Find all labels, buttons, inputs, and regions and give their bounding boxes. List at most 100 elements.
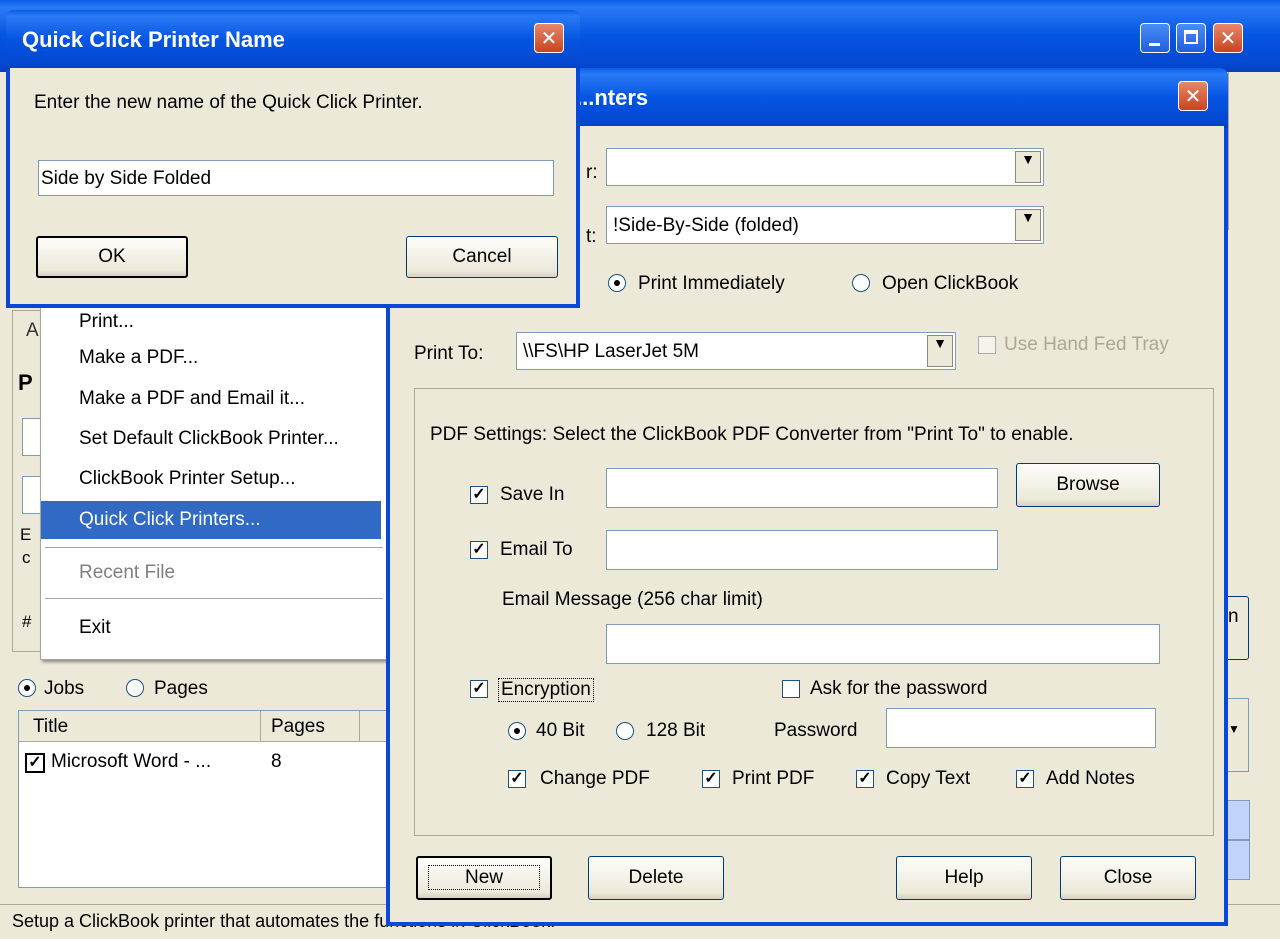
main-close-button[interactable]: ✕ — [1213, 23, 1243, 53]
save-in-input[interactable] — [606, 468, 998, 508]
name-dialog-title: Quick Click Printer Name — [22, 27, 285, 52]
menu-item-exit[interactable]: Exit — [41, 609, 381, 647]
printer-dropdown-arrow[interactable]: ▼ — [1015, 151, 1041, 183]
print-pdf-checkbox[interactable]: ✓ — [702, 770, 720, 788]
bit128-radio[interactable] — [616, 722, 634, 740]
pages-label: Pages — [154, 678, 208, 699]
bg-letter-p: P — [18, 370, 33, 395]
printer-name-dialog: Quick Click Printer Name ✕ Enter the new… — [6, 10, 580, 308]
chevron-down-icon: ▼ — [1021, 151, 1035, 167]
email-to-label: Email To — [500, 539, 573, 560]
print-to-dropdown[interactable]: \\FS\HP LaserJet 5M ▼ — [516, 332, 956, 370]
minimize-button[interactable] — [1140, 23, 1170, 53]
name-prompt: Enter the new name of the Quick Click Pr… — [34, 92, 423, 113]
bit128-label: 128 Bit — [646, 720, 706, 741]
header-pages[interactable]: Pages — [271, 716, 325, 738]
bg-letter-a: A — [26, 320, 39, 341]
header-divider — [260, 711, 261, 741]
email-message-label: Email Message (256 char limit) — [502, 589, 763, 610]
maximize-button[interactable] — [1176, 23, 1206, 53]
printer-name-value: Side by Side Folded — [41, 168, 212, 189]
jobs-table: Title Pages ✓ Microsoft Word - ... 8 — [18, 710, 390, 888]
cancel-button[interactable]: Cancel — [406, 236, 558, 278]
hand-fed-tray-label: Use Hand Fed Tray — [1004, 334, 1169, 355]
change-pdf-checkbox[interactable]: ✓ — [508, 770, 526, 788]
qc-close-button[interactable]: ✕ — [1178, 81, 1208, 111]
menu-separator — [45, 547, 383, 548]
print-immediately-radio[interactable] — [608, 274, 626, 292]
chevron-down-icon: ▼ — [1021, 209, 1035, 225]
save-in-label: Save In — [500, 484, 565, 505]
menu-item-printer-setup[interactable]: ClickBook Printer Setup... — [41, 460, 381, 498]
new-button-label: New — [427, 865, 540, 890]
right-dropdown-arrow: ▼ — [1228, 722, 1240, 736]
job-title: Microsoft Word - ... — [51, 751, 212, 772]
ask-password-checkbox[interactable] — [782, 680, 800, 698]
hand-fed-tray-checkbox[interactable] — [978, 336, 996, 354]
ask-password-label: Ask for the password — [810, 678, 988, 699]
header-title[interactable]: Title — [33, 716, 68, 738]
pages-radio[interactable] — [126, 679, 144, 697]
open-clickbook-radio[interactable] — [852, 274, 870, 292]
copy-text-label: Copy Text — [886, 768, 971, 789]
layout-value: !Side-By-Side (folded) — [613, 215, 799, 236]
bit40-radio[interactable] — [508, 722, 526, 740]
menu-item-quick-click-printers[interactable]: Quick Click Printers... — [41, 501, 381, 539]
encryption-checkbox[interactable]: ✓ — [470, 680, 488, 698]
print-to-value: \\FS\HP LaserJet 5M — [523, 341, 699, 362]
name-titlebar: Quick Click Printer Name ✕ — [6, 10, 580, 70]
menu-item-set-default-printer[interactable]: Set Default ClickBook Printer... — [41, 420, 381, 458]
print-immediately-label: Print Immediately — [638, 273, 785, 294]
bg-letter-e: E — [20, 525, 32, 544]
layout-label: t: — [586, 226, 597, 247]
menu-item-make-pdf-email[interactable]: Make a PDF and Email it... — [41, 380, 381, 418]
printer-name-input[interactable]: Side by Side Folded — [38, 160, 554, 196]
print-to-dropdown-arrow[interactable]: ▼ — [927, 335, 953, 367]
new-button[interactable]: New — [416, 856, 552, 900]
job-pages: 8 — [271, 751, 282, 772]
save-in-checkbox[interactable]: ✓ — [470, 486, 488, 504]
printer-label: r: — [586, 162, 598, 183]
context-menu: Print... Make a PDF... Make a PDF and Em… — [40, 300, 388, 660]
browse-button[interactable]: Browse — [1016, 463, 1160, 507]
jobs-radio[interactable] — [18, 679, 36, 697]
encryption-label: Encryption — [498, 678, 594, 702]
password-input[interactable] — [886, 708, 1156, 748]
print-pdf-label: Print PDF — [732, 768, 815, 789]
ok-button[interactable]: OK — [36, 236, 188, 278]
bg-letter-hash: # — [22, 612, 32, 631]
layout-dropdown[interactable]: !Side-By-Side (folded) ▼ — [606, 206, 1044, 244]
qc-title: ...nters — [576, 85, 649, 110]
chevron-down-icon: ▼ — [933, 335, 947, 351]
delete-button[interactable]: Delete — [588, 856, 724, 900]
printer-dropdown[interactable]: ▼ — [606, 148, 1044, 186]
layout-dropdown-arrow[interactable]: ▼ — [1015, 209, 1041, 241]
bit40-label: 40 Bit — [536, 720, 585, 741]
name-dialog-body: Enter the new name of the Quick Click Pr… — [10, 68, 576, 304]
right-pane-top — [1228, 72, 1280, 230]
header-divider-2 — [359, 711, 360, 741]
help-button[interactable]: Help — [896, 856, 1032, 900]
email-to-input[interactable] — [606, 530, 998, 570]
password-label: Password — [774, 720, 858, 741]
job-checkbox[interactable]: ✓ — [25, 753, 45, 773]
bg-letter-c: c — [22, 548, 31, 567]
email-to-checkbox[interactable]: ✓ — [470, 541, 488, 559]
right-button-letter: n — [1228, 606, 1239, 627]
menu-separator-2 — [45, 598, 383, 599]
name-close-button[interactable]: ✕ — [534, 23, 564, 53]
menu-item-print[interactable]: Print... — [41, 303, 381, 341]
pdf-settings-text: PDF Settings: Select the ClickBook PDF C… — [430, 424, 1074, 445]
email-message-input[interactable] — [606, 624, 1160, 664]
jobs-label: Jobs — [44, 678, 85, 699]
close-icon: ✕ — [540, 26, 558, 50]
close-icon: ✕ — [1219, 26, 1237, 50]
table-header: Title Pages — [19, 711, 389, 742]
close-button[interactable]: Close — [1060, 856, 1196, 900]
menu-item-make-pdf[interactable]: Make a PDF... — [41, 339, 381, 377]
copy-text-checkbox[interactable]: ✓ — [856, 770, 874, 788]
add-notes-label: Add Notes — [1046, 768, 1135, 789]
open-clickbook-label: Open ClickBook — [882, 273, 1019, 294]
add-notes-checkbox[interactable]: ✓ — [1016, 770, 1034, 788]
minimize-icon — [1149, 43, 1160, 46]
